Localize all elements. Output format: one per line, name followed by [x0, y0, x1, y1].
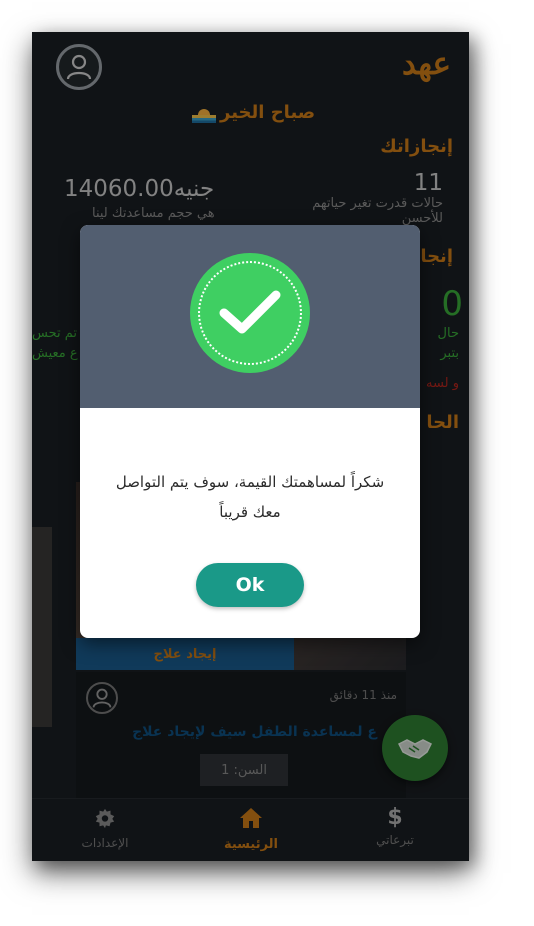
- ok-button[interactable]: Ok: [196, 563, 304, 607]
- dialog-message: شكراً لمساهمتك القيمة، سوف يتم التواصل م…: [115, 473, 385, 521]
- app-screen: عهد صباح الخير إنجازاتك 11 حالات قدرت تغ…: [32, 32, 469, 861]
- checkmark-icon: [219, 290, 281, 334]
- success-badge: [190, 253, 310, 373]
- success-dialog: شكراً لمساهمتك القيمة، سوف يتم التواصل م…: [80, 225, 420, 638]
- dialog-header: [80, 225, 420, 408]
